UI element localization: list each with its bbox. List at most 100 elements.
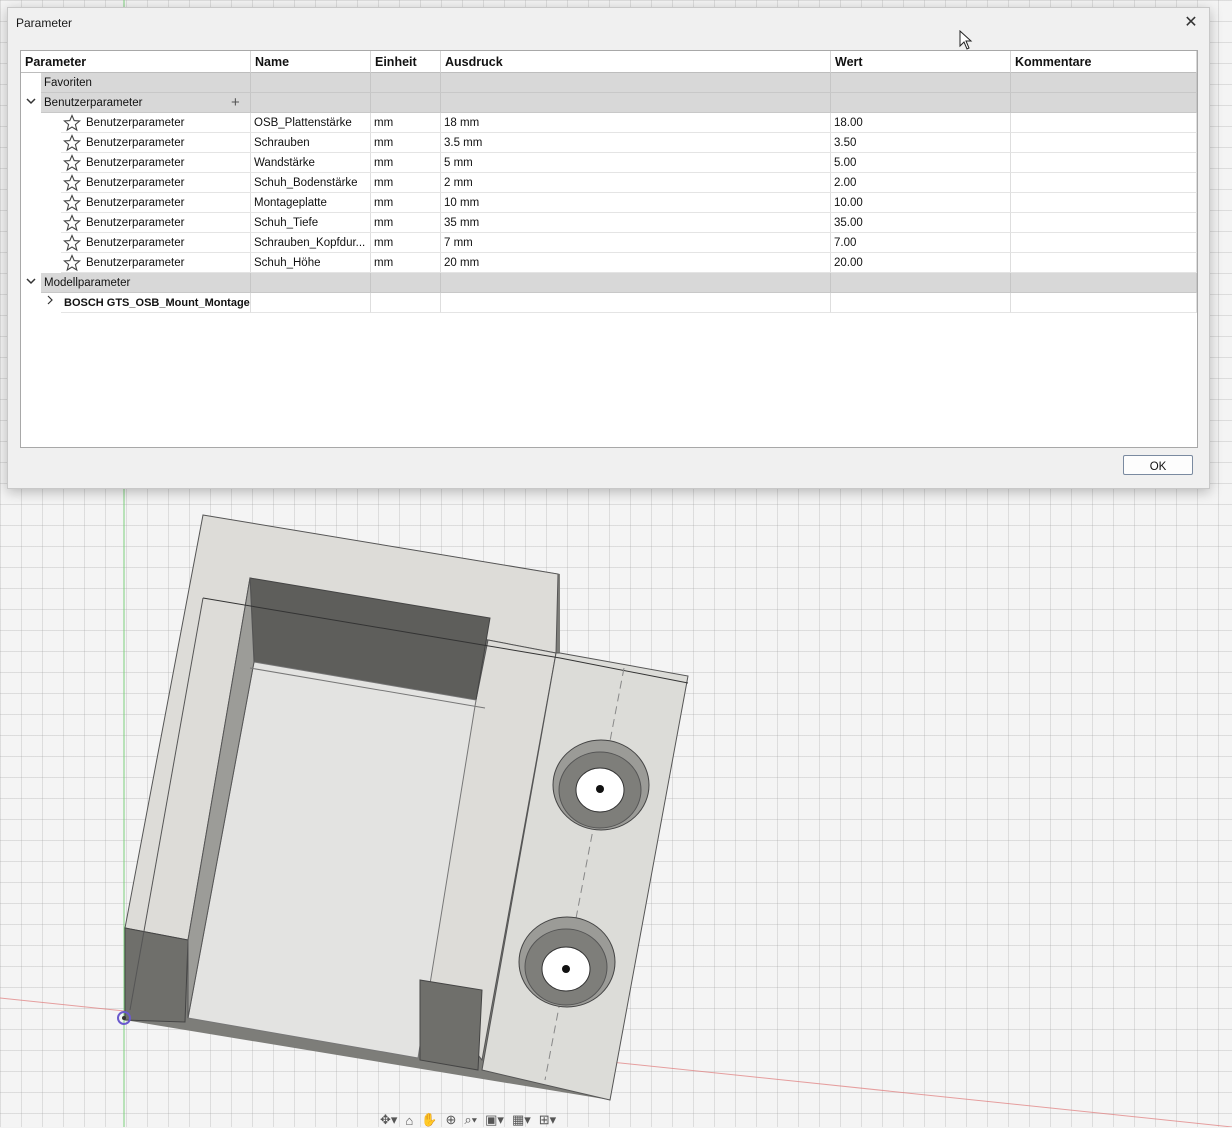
star-icon[interactable]	[63, 134, 81, 152]
ok-button[interactable]: OK	[1123, 455, 1193, 475]
parameter-value: 2.00	[831, 173, 1011, 193]
parameter-expression[interactable]: 2 mm	[441, 173, 831, 193]
look-at-icon[interactable]: ⌂	[405, 1113, 413, 1128]
parameter-comment[interactable]	[1011, 153, 1197, 173]
group-label-model-parameters: Modellparameter	[41, 273, 251, 293]
parameter-type: Benutzerparameter	[83, 253, 251, 273]
pan-icon[interactable]: ✋	[421, 1112, 437, 1128]
parameter-dialog: Parameter ✕ Parameter Name Einheit Ausdr…	[7, 7, 1210, 489]
model-left-wall-front	[124, 927, 189, 1023]
parameter-unit[interactable]: mm	[371, 113, 441, 133]
star-icon[interactable]	[63, 234, 81, 252]
parameter-expression[interactable]: 20 mm	[441, 253, 831, 273]
parameter-comment[interactable]	[1011, 133, 1197, 153]
screw-hole-lower[interactable]	[518, 916, 616, 1008]
parameter-name[interactable]: Wandstärke	[251, 153, 371, 173]
star-icon[interactable]	[63, 174, 81, 192]
parameter-name[interactable]: Schuh_Tiefe	[251, 213, 371, 233]
parameter-comment[interactable]	[1011, 173, 1197, 193]
parameter-value: 10.00	[831, 193, 1011, 213]
column-header-name[interactable]: Name	[251, 51, 371, 73]
parameter-expression[interactable]: 7 mm	[441, 233, 831, 253]
star-icon[interactable]	[63, 254, 81, 272]
table-row[interactable]: Benutzerparameter Schuh_Höhe mm 20 mm 20.00	[21, 253, 1197, 273]
parameter-value: 3.50	[831, 133, 1011, 153]
column-header-comments[interactable]: Kommentare	[1011, 51, 1197, 73]
viewports-icon[interactable]: ⊞▾	[539, 1112, 556, 1128]
parameter-comment[interactable]	[1011, 213, 1197, 233]
table-header: Parameter Name Einheit Ausdruck Wert Kom…	[21, 51, 1197, 73]
column-header-unit[interactable]: Einheit	[371, 51, 441, 73]
close-icon[interactable]: ✕	[1181, 13, 1201, 33]
view-toolbar: ✥▾ ⌂ ✋ ⊕ ⌕▾ ▣▾ ▦▾ ⊞▾	[380, 1112, 620, 1128]
parameter-type: Benutzerparameter	[83, 133, 251, 153]
zoom-icon[interactable]: ⊕	[445, 1112, 456, 1128]
chevron-right-icon[interactable]	[43, 293, 57, 313]
parameter-comment[interactable]	[1011, 233, 1197, 253]
parameter-comment[interactable]	[1011, 193, 1197, 213]
parameter-table: Parameter Name Einheit Ausdruck Wert Kom…	[20, 50, 1198, 448]
column-header-parameter[interactable]: Parameter	[21, 51, 251, 73]
column-header-value[interactable]: Wert	[831, 51, 1011, 73]
parameter-expression[interactable]: 18 mm	[441, 113, 831, 133]
parameter-name[interactable]: Montageplatte	[251, 193, 371, 213]
group-label-favorites: Favoriten	[41, 73, 251, 93]
model-parameter-row[interactable]: BOSCH GTS_OSB_Mount_Montage...	[21, 293, 1197, 313]
screw-hole-upper[interactable]	[552, 739, 650, 831]
parameter-name[interactable]: Schrauben_Kopfdur...	[251, 233, 371, 253]
parameter-expression[interactable]: 5 mm	[441, 153, 831, 173]
parameter-value: 35.00	[831, 213, 1011, 233]
table-row[interactable]: Benutzerparameter Schrauben mm 3.5 mm 3.50	[21, 133, 1197, 153]
star-icon[interactable]	[63, 214, 81, 232]
table-row[interactable]: Benutzerparameter Schrauben_Kopfdur... mm 7…	[21, 233, 1197, 253]
table-row[interactable]: Benutzerparameter Schuh_Tiefe mm 35 mm 35.00	[21, 213, 1197, 233]
parameter-unit[interactable]: mm	[371, 253, 441, 273]
parameter-name[interactable]: Schrauben	[251, 133, 371, 153]
table-row[interactable]: Benutzerparameter Wandstärke mm 5 mm 5.00	[21, 153, 1197, 173]
parameter-expression[interactable]: 10 mm	[441, 193, 831, 213]
parameter-expression[interactable]: 35 mm	[441, 213, 831, 233]
model-right-wall-front	[419, 979, 483, 1071]
parameter-type: Benutzerparameter	[83, 233, 251, 253]
group-label-user-parameters: Benutzerparameter	[41, 93, 251, 113]
parameter-value: 7.00	[831, 233, 1011, 253]
parameter-unit[interactable]: mm	[371, 173, 441, 193]
table-row[interactable]: Benutzerparameter OSB_Plattenstärke mm 18 m…	[21, 113, 1197, 133]
group-row-user-parameters[interactable]: Benutzerparameter +	[21, 93, 1197, 113]
parameter-unit[interactable]: mm	[371, 133, 441, 153]
fit-icon[interactable]: ⌕▾	[464, 1112, 477, 1128]
parameter-comment[interactable]	[1011, 113, 1197, 133]
chevron-down-icon[interactable]	[24, 273, 38, 293]
parameter-unit[interactable]: mm	[371, 193, 441, 213]
model-component-name: BOSCH GTS_OSB_Mount_Montage...	[61, 293, 251, 313]
parameter-type: Benutzerparameter	[83, 193, 251, 213]
plus-icon[interactable]: +	[231, 94, 240, 112]
star-icon[interactable]	[63, 114, 81, 132]
parameter-expression[interactable]: 3.5 mm	[441, 133, 831, 153]
group-row-model-parameters[interactable]: Modellparameter	[21, 273, 1197, 293]
parameter-type: Benutzerparameter	[83, 153, 251, 173]
parameter-name[interactable]: Schuh_Höhe	[251, 253, 371, 273]
parameter-name[interactable]: OSB_Plattenstärke	[251, 113, 371, 133]
parameter-unit[interactable]: mm	[371, 233, 441, 253]
group-row-favorites[interactable]: Favoriten	[21, 73, 1197, 93]
parameter-comment[interactable]	[1011, 253, 1197, 273]
parameter-value: 20.00	[831, 253, 1011, 273]
star-icon[interactable]	[63, 154, 81, 172]
dialog-title: Parameter	[16, 16, 73, 30]
star-icon[interactable]	[63, 194, 81, 212]
orbit-icon[interactable]: ✥▾	[380, 1112, 397, 1128]
table-row[interactable]: Benutzerparameter Montageplatte mm 10 mm 10.…	[21, 193, 1197, 213]
display-mode-icon[interactable]: ▣▾	[485, 1112, 504, 1128]
parameter-name[interactable]: Schuh_Bodenstärke	[251, 173, 371, 193]
parameter-type: Benutzerparameter	[83, 173, 251, 193]
parameter-unit[interactable]: mm	[371, 213, 441, 233]
parameter-value: 5.00	[831, 153, 1011, 173]
table-row[interactable]: Benutzerparameter Schuh_Bodenstärke mm 2 mm…	[21, 173, 1197, 193]
mouse-cursor-icon	[959, 30, 973, 50]
grid-icon[interactable]: ▦▾	[512, 1112, 531, 1128]
parameter-type: Benutzerparameter	[83, 113, 251, 133]
parameter-unit[interactable]: mm	[371, 153, 441, 173]
chevron-down-icon[interactable]	[24, 93, 38, 113]
column-header-expression[interactable]: Ausdruck	[441, 51, 831, 73]
